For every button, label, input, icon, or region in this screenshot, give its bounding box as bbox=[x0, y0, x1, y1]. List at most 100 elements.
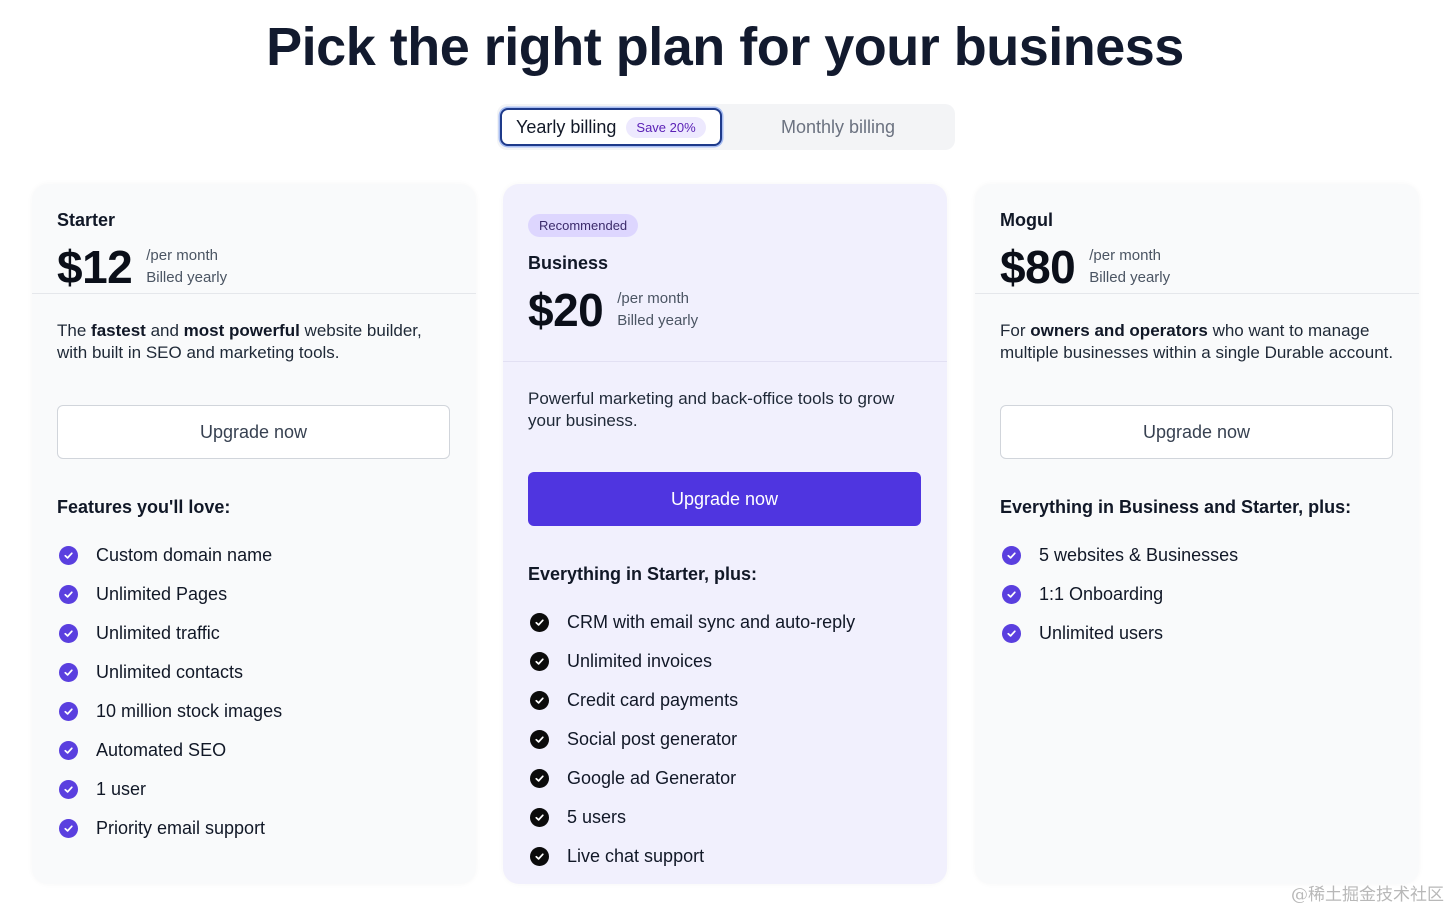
feature-label: 1:1 Onboarding bbox=[1039, 584, 1164, 604]
plan-header: Starter $12 /per month Billed yearly bbox=[32, 184, 476, 294]
plan-price: $20 bbox=[528, 284, 604, 336]
yearly-billing-label: Yearly billing bbox=[516, 116, 617, 137]
feature-item: Unlimited invoices bbox=[528, 642, 922, 681]
feature-item: Unlimited traffic bbox=[57, 614, 451, 653]
feature-label: Custom domain name bbox=[96, 545, 273, 565]
plan-body: For owners and operators who want to man… bbox=[975, 294, 1419, 653]
price-row: $80 /per month Billed yearly bbox=[1000, 241, 1394, 293]
feature-label: Unlimited invoices bbox=[567, 651, 713, 671]
plan-price: $80 bbox=[1000, 241, 1076, 293]
check-circle-icon bbox=[59, 546, 78, 565]
feature-item: 5 websites & Businesses bbox=[1000, 536, 1394, 575]
feature-label: Credit card payments bbox=[567, 690, 739, 710]
check-circle-icon bbox=[59, 585, 78, 604]
check-circle-icon bbox=[530, 730, 549, 749]
plan-card-starter: Starter $12 /per month Billed yearly The… bbox=[32, 184, 476, 884]
plan-name: Mogul bbox=[1000, 210, 1053, 230]
price-row: $12 /per month Billed yearly bbox=[57, 241, 451, 293]
check-circle-icon bbox=[59, 624, 78, 643]
price-period: /per month bbox=[1089, 247, 1161, 264]
upgrade-button-mogul[interactable]: Upgrade now bbox=[1000, 405, 1393, 459]
save-badge: Save 20% bbox=[626, 116, 706, 138]
check-circle-icon bbox=[59, 702, 78, 721]
feature-item: Unlimited contacts bbox=[57, 653, 451, 692]
check-circle-icon bbox=[530, 652, 549, 671]
plan-name: Business bbox=[528, 253, 609, 273]
yearly-billing-tab[interactable]: Yearly billing Save 20% bbox=[500, 108, 722, 146]
watermark: @稀土掘金技术社区 bbox=[1291, 885, 1444, 905]
price-meta: /per month Billed yearly bbox=[146, 245, 227, 289]
plan-price: $12 bbox=[57, 241, 133, 293]
check-circle-icon bbox=[59, 780, 78, 799]
feature-label: Live chat support bbox=[567, 846, 705, 866]
feature-item: Priority email support bbox=[57, 809, 451, 848]
plan-header: Recommended Business $20 /per month Bill… bbox=[503, 184, 947, 362]
price-row: $20 /per month Billed yearly bbox=[528, 284, 922, 336]
feature-label: Priority email support bbox=[96, 818, 266, 838]
price-period: /per month bbox=[146, 247, 218, 264]
feature-label: Social post generator bbox=[567, 729, 738, 749]
feature-item: Social post generator bbox=[528, 720, 922, 759]
upgrade-button-starter[interactable]: Upgrade now bbox=[57, 405, 450, 459]
features-title: Everything in Business and Starter, plus… bbox=[1000, 497, 1352, 517]
feature-label: Unlimited contacts bbox=[96, 662, 244, 682]
feature-label: Automated SEO bbox=[96, 740, 227, 760]
check-circle-icon bbox=[1002, 546, 1021, 565]
feature-item: Unlimited users bbox=[1000, 614, 1394, 653]
features-title: Everything in Starter, plus: bbox=[528, 564, 758, 584]
billing-period: Billed yearly bbox=[1089, 269, 1171, 286]
feature-list: CRM with email sync and auto-reply Unlimi… bbox=[528, 603, 922, 876]
feature-item: Unlimited Pages bbox=[57, 575, 451, 614]
feature-label: Unlimited traffic bbox=[96, 623, 220, 643]
feature-item: CRM with email sync and auto-reply bbox=[528, 603, 922, 642]
check-circle-icon bbox=[59, 819, 78, 838]
check-circle-icon bbox=[530, 613, 549, 632]
feature-label: 10 million stock images bbox=[96, 701, 283, 721]
plan-card-mogul: Mogul $80 /per month Billed yearly For o… bbox=[975, 184, 1419, 884]
plan-body: The fastest and most powerful website bu… bbox=[32, 294, 476, 848]
feature-list: Custom domain name Unlimited Pages Unlimit… bbox=[57, 536, 451, 848]
check-circle-icon bbox=[1002, 624, 1021, 643]
price-period: /per month bbox=[617, 290, 689, 307]
page-title: Pick the right plan for your business bbox=[266, 17, 1184, 77]
check-circle-icon bbox=[59, 663, 78, 682]
feature-item: 1 user bbox=[57, 770, 451, 809]
feature-label: 5 users bbox=[567, 807, 627, 827]
monthly-billing-tab[interactable]: Monthly billing bbox=[725, 108, 951, 146]
feature-item: Custom domain name bbox=[57, 536, 451, 575]
feature-item: Credit card payments bbox=[528, 681, 922, 720]
feature-label: 5 websites & Businesses bbox=[1039, 545, 1239, 565]
check-circle-icon bbox=[1002, 585, 1021, 604]
feature-label: Google ad Generator bbox=[567, 768, 737, 788]
features-title: Features you'll love: bbox=[57, 497, 231, 517]
feature-label: CRM with email sync and auto-reply bbox=[567, 612, 856, 632]
check-circle-icon bbox=[530, 847, 549, 866]
plan-name: Starter bbox=[57, 210, 116, 230]
plan-description: Powerful marketing and back-office tools… bbox=[528, 389, 895, 430]
feature-item: Google ad Generator bbox=[528, 759, 922, 798]
feature-item: Automated SEO bbox=[57, 731, 451, 770]
plan-description: The fastest and most powerful website bu… bbox=[57, 321, 422, 362]
check-circle-icon bbox=[59, 741, 78, 760]
feature-item: 1:1 Onboarding bbox=[1000, 575, 1394, 614]
plan-body: Powerful marketing and back-office tools… bbox=[503, 362, 947, 876]
upgrade-button-business[interactable]: Upgrade now bbox=[528, 472, 921, 526]
billing-period: Billed yearly bbox=[617, 312, 699, 329]
feature-item: 5 users bbox=[528, 798, 922, 837]
plan-description: For owners and operators who want to man… bbox=[1000, 321, 1394, 362]
check-circle-icon bbox=[530, 769, 549, 788]
feature-label: 1 user bbox=[96, 779, 147, 799]
feature-item: Live chat support bbox=[528, 837, 922, 876]
check-circle-icon bbox=[530, 691, 549, 710]
price-meta: /per month Billed yearly bbox=[1089, 245, 1170, 289]
plan-card-business: Recommended Business $20 /per month Bill… bbox=[503, 184, 947, 884]
feature-label: Unlimited Pages bbox=[96, 584, 228, 604]
feature-item: 10 million stock images bbox=[57, 692, 451, 731]
recommended-badge: Recommended bbox=[528, 214, 639, 237]
plan-header: Mogul $80 /per month Billed yearly bbox=[975, 184, 1419, 294]
feature-label: Unlimited users bbox=[1039, 623, 1164, 643]
feature-list: 5 websites & Businesses 1:1 Onboarding Unl… bbox=[1000, 536, 1394, 653]
billing-period: Billed yearly bbox=[146, 269, 228, 286]
price-meta: /per month Billed yearly bbox=[617, 288, 698, 332]
check-circle-icon bbox=[530, 808, 549, 827]
